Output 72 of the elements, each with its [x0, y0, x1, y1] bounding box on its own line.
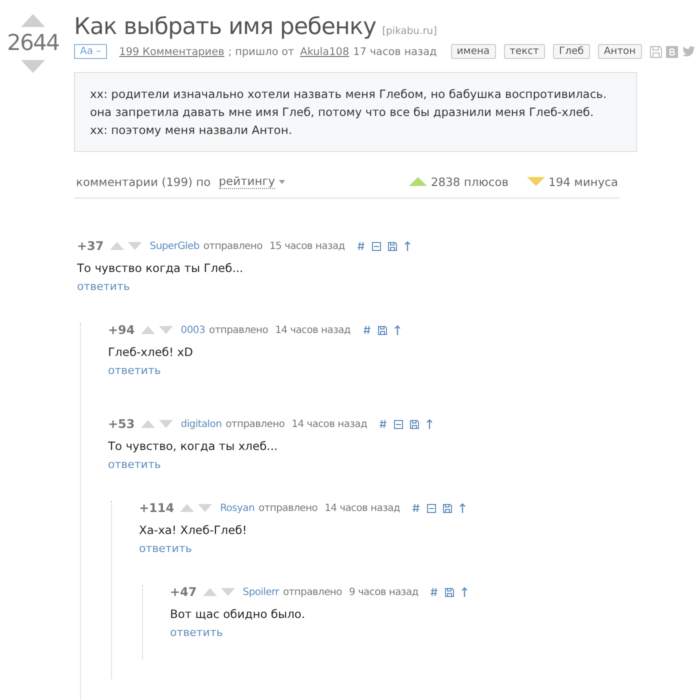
save-icon[interactable] [378, 326, 387, 334]
font-size-toggle[interactable]: Aa – [74, 44, 108, 59]
plus-count: 2838 плюсов [430, 174, 509, 188]
username-link[interactable]: SuperGleb [150, 240, 200, 252]
comment-time: 9 часов назад [349, 586, 418, 598]
reply-link[interactable]: ответить [108, 458, 161, 471]
sent-label: отправлено [226, 418, 285, 430]
up-arrow-icon[interactable] [426, 419, 434, 429]
tag[interactable]: текст [504, 44, 545, 59]
collapse-icon[interactable] [394, 420, 404, 428]
hash-icon[interactable] [362, 325, 371, 335]
comments-link[interactable]: 199 Комментариев [119, 46, 224, 58]
save-icon[interactable] [388, 242, 397, 250]
username-link[interactable]: digitalon [180, 418, 222, 430]
collapse-icon[interactable] [427, 504, 436, 512]
comment-text: Глеб-хлеб! xD [108, 345, 194, 359]
comment-time: 14 часов назад [292, 418, 368, 430]
story-paragraph: xx: поэтому меня назвали Антон. [90, 122, 294, 139]
up-arrow-icon[interactable] [459, 503, 466, 513]
reply-link[interactable]: ответить [170, 626, 223, 639]
sent-label: отправлено [209, 324, 268, 336]
caret-icon[interactable] [279, 180, 286, 184]
source-label: [pikabu.ru] [382, 26, 438, 37]
sort-dropdown[interactable]: рейтингу [218, 174, 276, 189]
sent-label: отправлено [203, 240, 262, 252]
hash-icon[interactable] [356, 241, 365, 251]
comment-text: Вот щас обидно было. [170, 607, 306, 621]
up-arrow-icon[interactable] [461, 587, 468, 597]
comment-time: 14 часов назад [324, 502, 400, 514]
hash-icon[interactable] [412, 503, 420, 513]
post-time: 17 часов назад [353, 46, 437, 58]
comment-time: 15 часов назад [269, 240, 345, 252]
tag[interactable]: Антон [598, 44, 642, 59]
comment-score: +53 [108, 417, 135, 431]
comment-text: То чувство когда ты Глеб... [77, 261, 244, 275]
reply-link[interactable]: ответить [77, 280, 130, 293]
comment-score: +37 [77, 239, 104, 253]
tag[interactable]: имена [450, 44, 496, 59]
hash-icon[interactable] [379, 419, 388, 429]
share-icon[interactable] [666, 46, 678, 58]
up-arrow-icon[interactable] [404, 241, 411, 251]
story-paragraph: xx: родители изначально хотели назвать меня Глебом, но бабушка воспротивилась. она запретила давать мне имя Глеб, потому что все бы дразнили меня Глеб-хлеб. [90, 86, 608, 121]
came-from-label: ; пришло от [228, 46, 294, 58]
post-title[interactable]: Как выбрать имя ребенку [74, 14, 376, 40]
collapse-icon[interactable] [372, 242, 381, 250]
comment-time: 14 часов назад [275, 324, 351, 336]
reply-link[interactable]: ответить [108, 364, 161, 377]
comments-count-label: комментарии (199) по [76, 174, 211, 188]
tag[interactable]: Глеб [553, 44, 590, 59]
comment-score: +94 [108, 323, 135, 337]
comment-text: То чувство, когда ты хлеб... [108, 439, 279, 453]
comment-score: +47 [170, 585, 197, 599]
sent-label: отправлено [282, 586, 342, 598]
minus-count: 194 минуса [548, 174, 618, 188]
username-link[interactable]: Spoilerr [242, 586, 279, 598]
username-link[interactable]: 0003 [180, 324, 206, 336]
comment-text: Ха-ха! Хлеб-Глеб! [139, 523, 248, 537]
author-link[interactable]: Akula108 [300, 46, 350, 58]
save-icon[interactable] [410, 420, 420, 428]
comment-score: +114 [139, 501, 174, 515]
bird-icon[interactable] [682, 46, 695, 57]
save-icon[interactable] [443, 504, 452, 512]
hash-icon[interactable] [430, 587, 438, 597]
sent-label: отправлено [258, 502, 318, 514]
reply-link[interactable]: ответить [139, 542, 192, 555]
save-icon[interactable] [650, 46, 662, 58]
save-icon[interactable] [445, 588, 454, 596]
post-rating: 2644 [7, 31, 59, 56]
minus-triangle-icon [526, 177, 545, 186]
up-arrow-icon[interactable] [394, 325, 401, 335]
plus-triangle-icon [408, 177, 427, 186]
username-link[interactable]: Rosyan [220, 502, 255, 514]
